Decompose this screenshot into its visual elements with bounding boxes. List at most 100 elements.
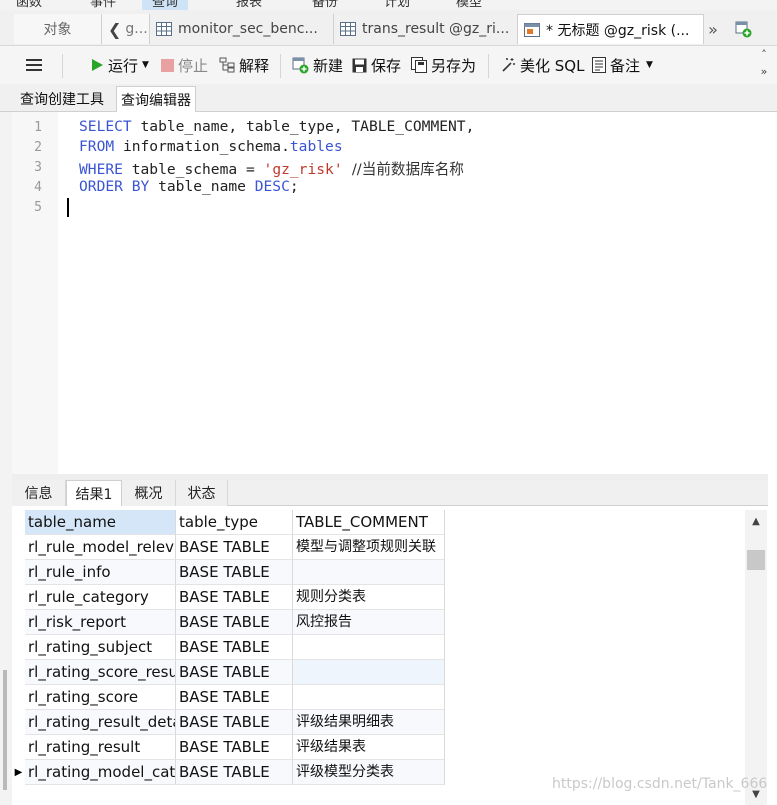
code-line: ORDER BY table_name DESC; (79, 178, 299, 195)
grid-cell[interactable]: rl_rating_model_category (25, 760, 176, 785)
tab-result1-label: 结果1 (75, 486, 113, 503)
grid-cell[interactable] (293, 660, 445, 685)
tab-untitled-query[interactable]: * 无标题 @gz_risk (... (518, 14, 704, 44)
menu-events[interactable]: 事件 (90, 0, 116, 10)
code-token: information_schema. (114, 138, 290, 155)
grid-cell[interactable]: rl_rating_score_result (25, 660, 176, 685)
code-token: //当前数据库名称 (342, 161, 464, 178)
save-as-button[interactable]: 另存为 (411, 54, 476, 76)
run-button[interactable]: 运行 ▼ (90, 54, 149, 76)
tab-objects[interactable]: 对象 (14, 14, 102, 44)
menu-query[interactable]: 查询 (142, 0, 189, 10)
tab-status[interactable]: 状态 (176, 480, 228, 506)
grid-cell[interactable]: rl_rule_category (25, 585, 176, 610)
grid-cell[interactable]: 评级结果明细表 (293, 710, 445, 735)
chevron-double-right-icon[interactable]: » (704, 16, 722, 42)
grid-cell[interactable] (293, 560, 445, 585)
notes-label: 备注 (610, 56, 641, 75)
grid-cell[interactable]: BASE TABLE (176, 685, 293, 710)
tab-profile[interactable]: 概况 (122, 480, 176, 506)
menu-schedule[interactable]: 计划 (384, 0, 410, 10)
grid-cell[interactable]: BASE TABLE (176, 635, 293, 660)
run-label: 运行 (108, 56, 139, 75)
explain-label: 解释 (239, 56, 270, 75)
chevron-down-icon[interactable]: ▼ (646, 60, 653, 70)
grid-cell[interactable]: BASE TABLE (176, 660, 293, 685)
new-button[interactable]: 新建 (292, 54, 343, 76)
grid-cell[interactable]: BASE TABLE (176, 760, 293, 785)
grid-cell[interactable]: rl_risk_report (25, 610, 176, 635)
menu-backup[interactable]: 备份 (312, 0, 338, 10)
grid-cell[interactable]: rl_rating_score (25, 685, 176, 710)
result-grid[interactable]: table_name table_type TABLE_COMMENT rl_rule… (12, 506, 745, 805)
grid-cell[interactable]: rl_rule_info (25, 560, 176, 585)
grid-cell[interactable]: BASE TABLE (176, 535, 293, 560)
tab-trans-result[interactable]: trans_result @gz_ri... (334, 14, 518, 44)
grid-vertical-scrollbar[interactable]: ▲ ▼ (745, 510, 767, 805)
code-token: table_schema = (122, 161, 264, 178)
menu-model[interactable]: 模型 (456, 0, 482, 10)
line-number: 3 (34, 160, 42, 175)
tab-info-label: 信息 (24, 486, 53, 502)
beautify-sql-button[interactable]: 美化 SQL (500, 54, 584, 76)
column-header[interactable]: table_type (176, 510, 293, 535)
current-row-indicator-icon: ▶ (14, 767, 23, 778)
tab-query-editor[interactable]: 查询编辑器 (116, 86, 196, 112)
grid-cell[interactable]: 风控报告 (293, 610, 445, 635)
grid-cell[interactable]: rl_rule_model_relevance (25, 535, 176, 560)
save-icon (352, 58, 367, 73)
magic-wand-icon (500, 57, 516, 73)
grid-cell[interactable]: 模型与调整项规则关联 (293, 535, 445, 560)
grid-cell[interactable]: rl_rating_subject (25, 635, 176, 660)
chevron-left-icon[interactable]: ❮ (108, 20, 121, 39)
save-as-label: 另存为 (431, 56, 477, 75)
grid-cell[interactable]: BASE TABLE (176, 585, 293, 610)
tab-untitled-label: * 无标题 @gz_risk (... (546, 22, 690, 39)
watermark: https://blog.csdn.net/Tank_666 (552, 776, 768, 792)
save-as-icon (411, 57, 427, 73)
document-tab-bar: 对象 ❮ g... monitor_sec_benc... trans_resu… (0, 10, 777, 46)
code-line: SELECT table_name, table_type, TABLE_COM… (79, 118, 474, 135)
menu-reports[interactable]: 报表 (236, 0, 262, 10)
table-icon (156, 22, 172, 36)
sql-editor[interactable]: 1 2 3 4 5 SELECT table_name, table_type,… (12, 112, 768, 474)
tab-result1[interactable]: 结果1 (66, 480, 122, 506)
tab-query-builder-label: 查询创建工具 (20, 92, 104, 108)
tab-truncated[interactable]: ❮ g... (102, 14, 150, 44)
chevron-double-right-icon[interactable]: » (761, 65, 768, 78)
grid-cell[interactable]: BASE TABLE (176, 735, 293, 760)
grid-cell[interactable]: 评级结果表 (293, 735, 445, 760)
grid-cell[interactable]: BASE TABLE (176, 710, 293, 735)
save-button[interactable]: 保存 (352, 54, 401, 76)
grid-cell[interactable] (293, 685, 445, 710)
notes-button[interactable]: 备注 ▼ (592, 54, 653, 76)
grid-cell[interactable]: rl_rating_result (25, 735, 176, 760)
tab-query-builder[interactable]: 查询创建工具 (16, 86, 108, 112)
column-header[interactable]: table_name (25, 510, 176, 535)
grid-cell[interactable]: 规则分类表 (293, 585, 445, 610)
new-query-tab-icon[interactable] (732, 16, 754, 42)
menu-functions[interactable]: 函数 (16, 0, 42, 10)
left-scroll-indicator[interactable] (3, 670, 7, 790)
stop-icon (161, 58, 174, 72)
line-number: 1 (34, 120, 42, 135)
code-token: ; (289, 178, 299, 195)
stop-button[interactable]: 停止 (161, 54, 208, 76)
scroll-up-icon[interactable]: ▲ (745, 512, 767, 530)
hamburger-icon[interactable] (26, 54, 42, 76)
tab-trans-label: trans_result @gz_ri... (362, 21, 510, 37)
column-header[interactable]: TABLE_COMMENT (293, 510, 445, 535)
grid-cell[interactable]: 评级模型分类表 (293, 760, 445, 785)
chevron-up-icon[interactable]: ˄ (761, 48, 767, 61)
code-token: ORDER BY (79, 178, 150, 195)
toolbar-divider (488, 54, 489, 78)
grid-cell[interactable] (293, 635, 445, 660)
tab-info[interactable]: 信息 (12, 480, 66, 506)
explain-button[interactable]: 解释 (219, 54, 269, 76)
tab-monitor-sec-bench[interactable]: monitor_sec_benc... (150, 14, 334, 44)
chevron-down-icon[interactable]: ▼ (142, 60, 149, 70)
scrollbar-thumb[interactable] (747, 550, 765, 570)
grid-cell[interactable]: BASE TABLE (176, 560, 293, 585)
grid-cell[interactable]: rl_rating_result_detail (25, 710, 176, 735)
grid-cell[interactable]: BASE TABLE (176, 610, 293, 635)
